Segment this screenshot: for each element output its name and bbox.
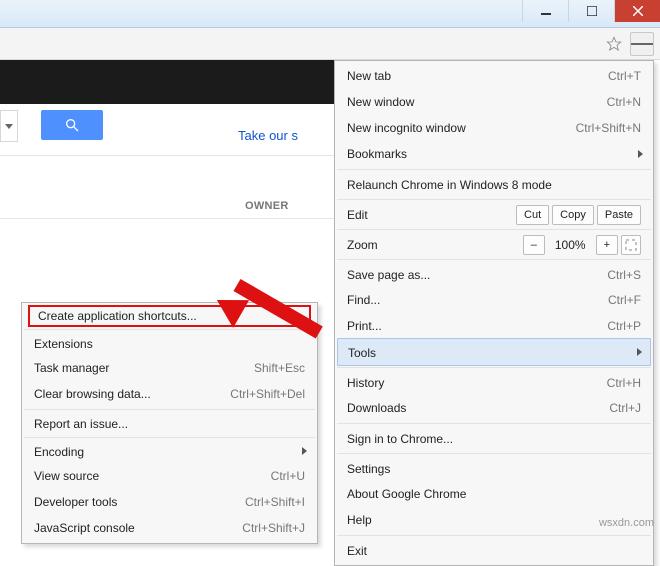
submenu-item-task-manager[interactable]: Task managerShift+Esc: [24, 355, 315, 381]
menu-item-print[interactable]: Print...Ctrl+P: [337, 313, 651, 339]
dropdown-caret-button[interactable]: [0, 110, 18, 142]
window-titlebar: [0, 0, 660, 28]
menu-item-downloads[interactable]: DownloadsCtrl+J: [337, 395, 651, 421]
submenu-item-create-app-shortcuts[interactable]: Create application shortcuts...: [28, 305, 311, 327]
menu-item-find[interactable]: Find...Ctrl+F: [337, 287, 651, 313]
edit-paste-button[interactable]: Paste: [597, 205, 641, 225]
menu-item-relaunch-win8[interactable]: Relaunch Chrome in Windows 8 mode: [337, 169, 651, 197]
menu-item-tools[interactable]: Tools: [337, 338, 651, 366]
divider: [0, 155, 338, 156]
window-close-button[interactable]: [614, 0, 660, 22]
menu-item-exit[interactable]: Exit: [337, 535, 651, 563]
zoom-value: 100%: [548, 235, 593, 255]
tools-submenu: Create application shortcuts... Extensio…: [21, 302, 318, 544]
edit-cut-button[interactable]: Cut: [516, 205, 549, 225]
menu-item-incognito[interactable]: New incognito windowCtrl+Shift+N: [337, 115, 651, 141]
menu-item-settings[interactable]: Settings: [337, 453, 651, 481]
owner-column-header: OWNER: [245, 200, 289, 212]
take-our-link[interactable]: Take our s: [238, 128, 298, 143]
watermark: wsxdn.com: [599, 517, 654, 529]
menu-item-sign-in[interactable]: Sign in to Chrome...: [337, 423, 651, 451]
menu-item-history[interactable]: HistoryCtrl+H: [337, 367, 651, 395]
submenu-item-js-console[interactable]: JavaScript consoleCtrl+Shift+J: [24, 515, 315, 541]
fullscreen-icon[interactable]: [621, 235, 641, 255]
edit-copy-button[interactable]: Copy: [552, 205, 594, 225]
browser-toolbar: [0, 28, 660, 60]
app-header-bar: [0, 60, 338, 104]
menu-item-save-as[interactable]: Save page as...Ctrl+S: [337, 259, 651, 287]
divider: [0, 218, 338, 219]
window-maximize-button[interactable]: [568, 0, 614, 22]
search-button[interactable]: [41, 110, 103, 140]
submenu-item-view-source[interactable]: View sourceCtrl+U: [24, 463, 315, 489]
menu-item-bookmarks[interactable]: Bookmarks: [337, 141, 651, 167]
menu-item-new-window[interactable]: New windowCtrl+N: [337, 89, 651, 115]
search-icon: [64, 117, 80, 133]
menu-item-new-tab[interactable]: New tabCtrl+T: [337, 63, 651, 89]
submenu-item-report-issue[interactable]: Report an issue...: [24, 409, 315, 435]
window-minimize-button[interactable]: [522, 0, 568, 22]
zoom-in-button[interactable]: +: [596, 235, 618, 255]
menu-item-about[interactable]: About Google Chrome: [337, 481, 651, 507]
menu-item-zoom: Zoom – 100% +: [337, 229, 651, 257]
submenu-item-encoding[interactable]: Encoding: [24, 437, 315, 463]
zoom-out-button[interactable]: –: [523, 235, 545, 255]
chrome-main-menu: New tabCtrl+T New windowCtrl+N New incog…: [334, 60, 654, 566]
menu-item-edit: Edit Cut Copy Paste: [337, 199, 651, 227]
submenu-item-developer-tools[interactable]: Developer toolsCtrl+Shift+I: [24, 489, 315, 515]
chrome-menu-button[interactable]: [630, 32, 654, 56]
submenu-item-clear-browsing-data[interactable]: Clear browsing data...Ctrl+Shift+Del: [24, 381, 315, 407]
bookmark-star-icon[interactable]: [602, 32, 626, 56]
submenu-item-extensions[interactable]: Extensions: [24, 329, 315, 355]
